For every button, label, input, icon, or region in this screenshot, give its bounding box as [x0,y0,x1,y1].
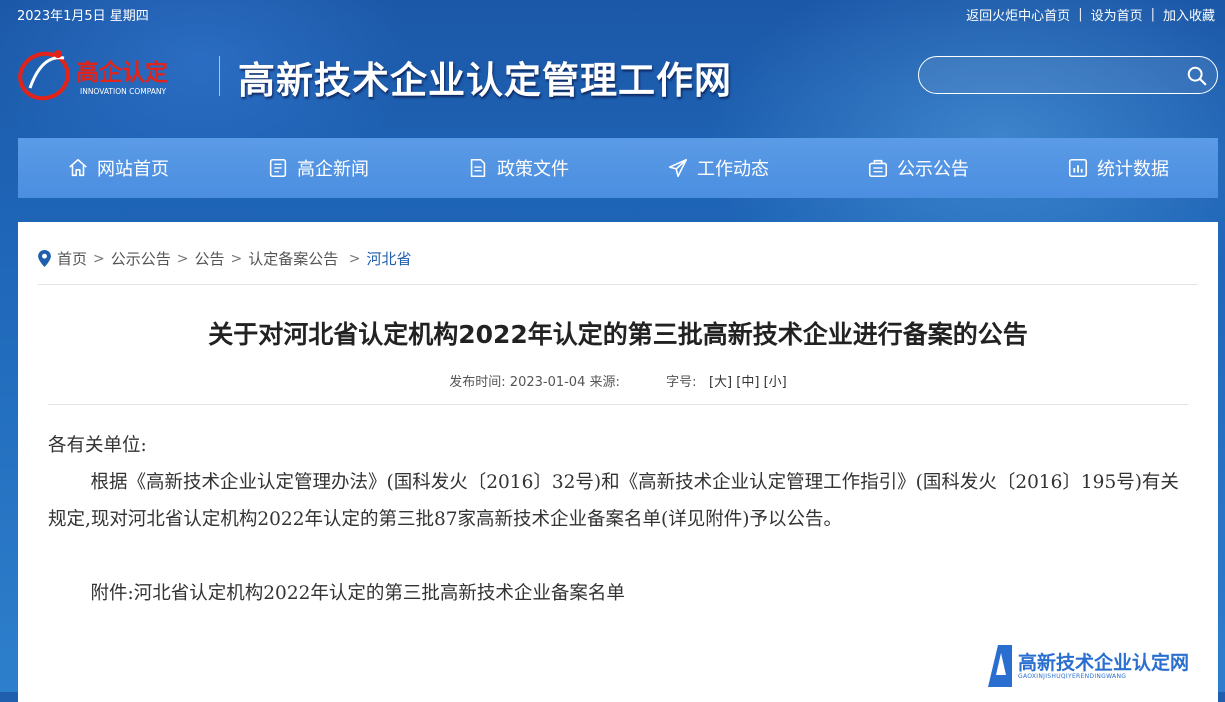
document-icon [470,158,486,178]
chart-icon [1068,158,1088,178]
top-bar: 2023年1月5日 星期四 返回火炬中心首页 | 设为首页 | 加入收藏 [0,0,1225,28]
breadcrumb-notices[interactable]: 公示公告 [111,248,171,269]
article-paragraph: 根据《高新技术企业认定管理办法》(国科发火〔2016〕32号)和《高新技术企业认… [48,472,1179,530]
link-torch-center-home[interactable]: 返回火炬中心首页 [966,5,1070,24]
breadcrumb-hebei[interactable]: 河北省 [366,248,411,269]
article-title: 关于对河北省认定机构2022年认定的第三批高新技术企业进行备案的公告 [208,320,1028,349]
divider: | [1078,7,1083,22]
breadcrumb-home[interactable]: 首页 [57,248,87,269]
breadcrumb-separator: > [230,250,243,267]
logo-mark-icon: 高企认定 INNOVATION COMPANY [18,50,168,101]
divider: | [1150,7,1155,22]
nav-item-work-updates[interactable]: 工作动态 [618,138,818,198]
watermark-mark-icon [988,645,1012,687]
breadcrumb-separator: > [93,250,105,267]
nav-item-notices[interactable]: 公示公告 [818,138,1018,198]
logo-en-text: INNOVATION COMPANY [80,87,166,96]
nav-item-news[interactable]: 高企新闻 [218,138,418,198]
search-icon[interactable] [1186,65,1208,87]
location-pin-icon [38,250,51,267]
search-box[interactable] [918,56,1218,94]
nav-label: 工作动态 [697,159,769,180]
source-label: 来源: [589,375,620,390]
watermark-title: 高新技术企业认定网 [1018,651,1190,674]
nav-label: 网站首页 [97,159,169,180]
site-title: 高新技术企业认定管理工作网 [238,58,732,102]
article-greeting: 各有关单位: [48,435,147,456]
link-add-favorite[interactable]: 加入收藏 [1163,5,1215,24]
news-icon [269,158,287,178]
nav-item-statistics[interactable]: 统计数据 [1018,138,1218,198]
article-attachment[interactable]: 附件:河北省认定机构2022年认定的第三批高新技术企业备案名单 [48,575,1190,612]
breadcrumb: 首页 > 公示公告 > 公告 > 认定备案公告 > 河北省 [38,248,411,269]
nav-label: 高企新闻 [297,159,369,180]
font-size-medium[interactable]: [中] [736,375,759,390]
logo-cn-text: 高企认定 [76,59,168,86]
breadcrumb-separator: > [176,250,189,267]
top-links: 返回火炬中心首页 | 设为首页 | 加入收藏 [966,5,1215,24]
watermark-logo: 高新技术企业认定网 GAOXINJISHUQIYERENDINGWANG [984,641,1224,691]
breadcrumb-separator: > [344,250,361,267]
nav-item-policy[interactable]: 政策文件 [418,138,618,198]
article-meta: 发布时间: 2023-01-04 来源: 字号: [大] [中] [小] [18,371,1218,390]
publish-date: 2023-01-04 [509,375,586,390]
nav-item-home[interactable]: 网站首页 [18,138,218,198]
link-set-homepage[interactable]: 设为首页 [1091,5,1143,24]
search-input[interactable] [933,64,1177,88]
divider [48,404,1188,405]
nav-label: 政策文件 [497,159,569,180]
font-size-large[interactable]: [大] [709,375,732,390]
nav-label: 统计数据 [1097,159,1169,180]
current-date: 2023年1月5日 星期四 [17,9,149,24]
main-nav: 网站首页 高企新闻 政策文件 工作动态 公示公告 统计数据 [18,138,1218,198]
logo-divider [219,56,220,96]
breadcrumb-filing-announcement[interactable]: 认定备案公告 [248,248,338,269]
watermark-subtitle: GAOXINJISHUQIYERENDINGWANG [1018,672,1127,680]
content-panel: 首页 > 公示公告 > 公告 > 认定备案公告 > 河北省 关于对河北省认定机构… [18,222,1218,702]
site-logo[interactable]: 高企认定 INNOVATION COMPANY [16,44,216,104]
divider [38,284,1198,285]
breadcrumb-announcement[interactable]: 公告 [195,248,225,269]
notice-icon [868,159,888,178]
article-body: 各有关单位: 根据《高新技术企业认定管理办法》(国科发火〔2016〕32号)和《… [48,427,1190,612]
font-size-small[interactable]: [小] [764,375,787,390]
font-size-label: 字号: [666,375,697,390]
send-icon [668,158,688,178]
nav-label: 公示公告 [897,159,969,180]
home-icon [69,158,87,177]
publish-label: 发布时间: [449,375,506,390]
